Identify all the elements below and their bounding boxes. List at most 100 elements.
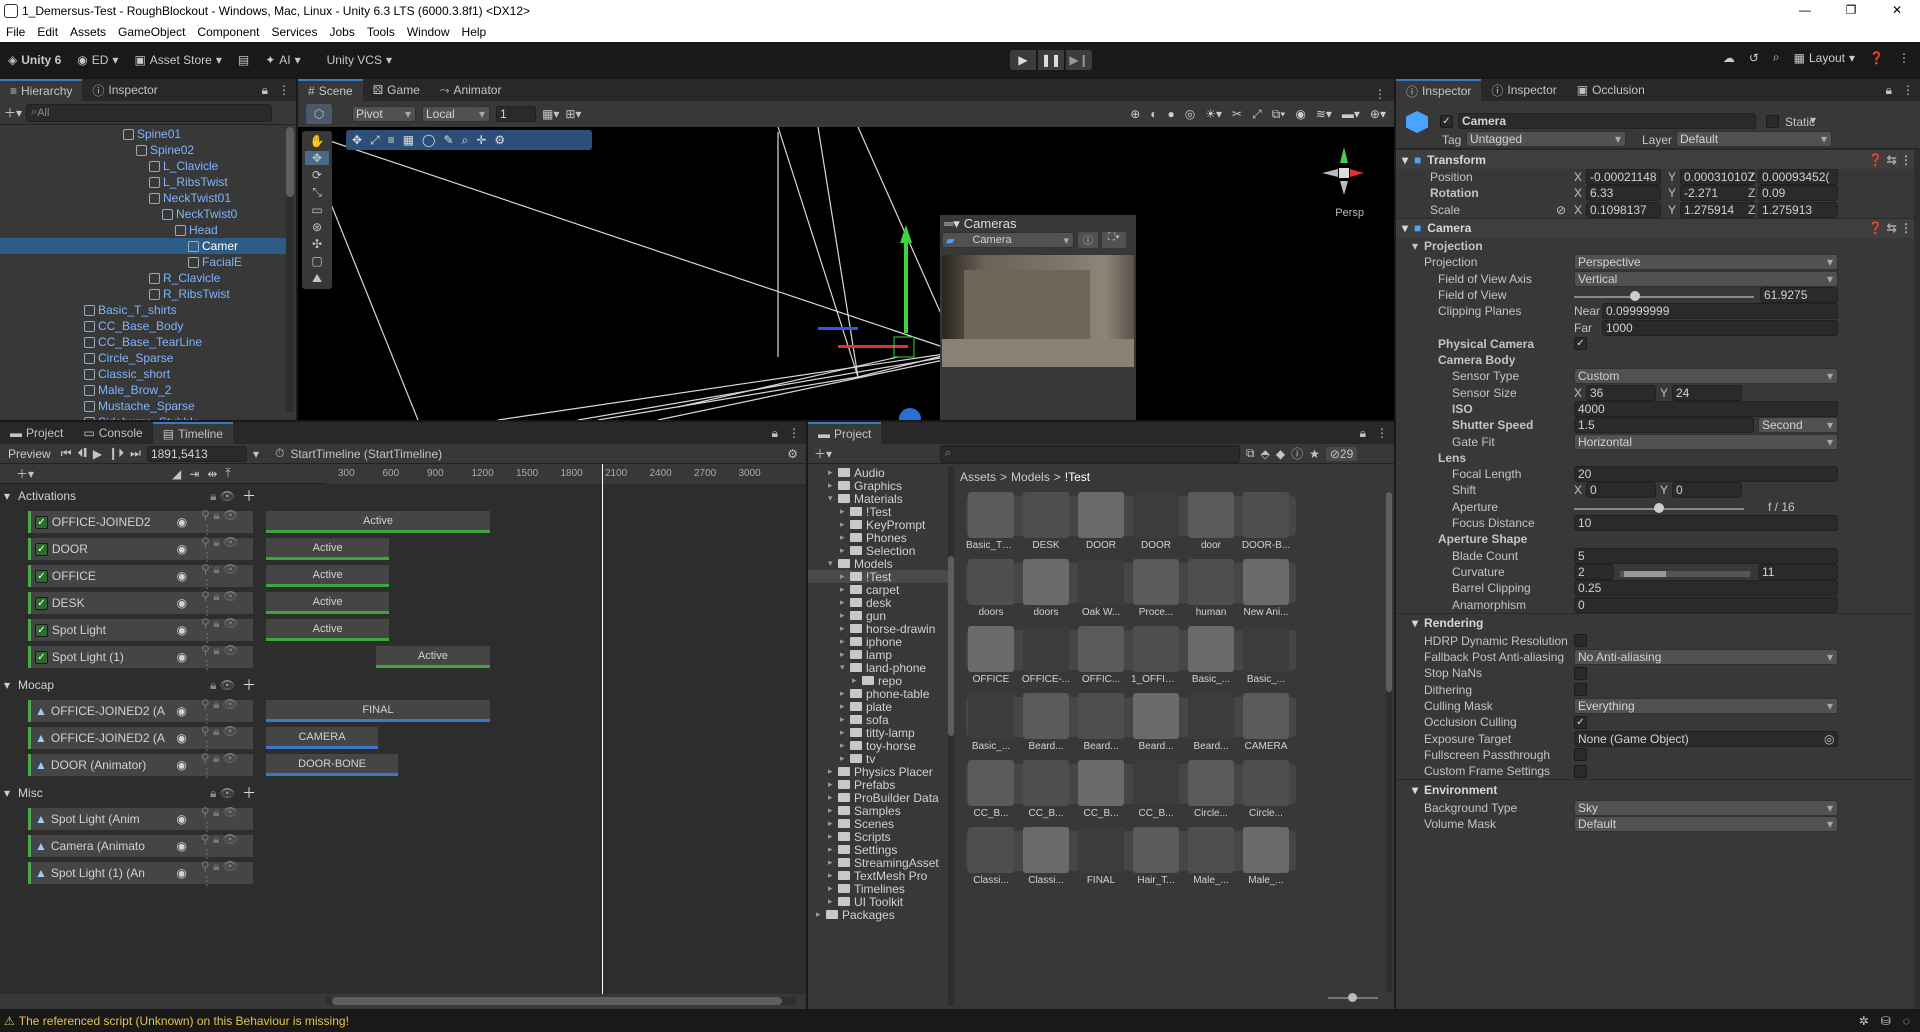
audio-icon[interactable]: ⤢ bbox=[1252, 107, 1262, 122]
project-add-button[interactable]: ＋▾ bbox=[814, 445, 832, 462]
track-binding-icon[interactable]: ◉ bbox=[176, 866, 186, 880]
expand-icon[interactable]: ▸ bbox=[828, 792, 838, 803]
expand-icon[interactable]: ▸ bbox=[840, 636, 850, 647]
timeline-settings-icon[interactable]: ⚙ bbox=[787, 447, 806, 461]
asset-item[interactable]: DOOR-B... bbox=[1241, 492, 1291, 554]
expand-icon[interactable]: ▾ bbox=[828, 493, 838, 504]
asset-item[interactable]: New Ani... bbox=[1241, 559, 1291, 621]
hierarchy-row[interactable]: R_RibsTwist bbox=[0, 286, 286, 302]
expand-icon[interactable]: ▸ bbox=[828, 870, 838, 881]
play-button[interactable]: ▶ bbox=[1010, 50, 1036, 70]
info-button[interactable]: ⓘ bbox=[1078, 232, 1098, 248]
value-field[interactable]: 0.000310107 bbox=[1680, 169, 1755, 186]
value-field[interactable]: 1000 bbox=[1602, 319, 1838, 336]
value-field[interactable]: 0 bbox=[1586, 482, 1656, 499]
asset-item[interactable]: DOOR bbox=[1076, 492, 1126, 554]
asset-item[interactable]: CAMERA bbox=[1241, 693, 1291, 755]
menu-window[interactable]: Window bbox=[401, 25, 456, 39]
track-binding-icon[interactable]: ◉ bbox=[177, 542, 187, 556]
marker-icon[interactable]: ⤒ bbox=[225, 466, 230, 481]
pb-move-icon[interactable]: ✥ bbox=[352, 133, 362, 147]
maximize-button[interactable]: ❐ bbox=[1828, 0, 1874, 22]
project-folder[interactable]: ▸ gun bbox=[808, 609, 948, 623]
edit-mode-icon[interactable]: ◢ bbox=[172, 467, 181, 481]
tag-dropdown[interactable]: Untagged bbox=[1466, 131, 1626, 147]
value-field[interactable]: Second bbox=[1758, 417, 1838, 434]
grid-snap-icon[interactable]: ▦▾ bbox=[542, 107, 559, 121]
value-field[interactable]: Sky bbox=[1574, 799, 1838, 816]
hierarchy-scrollbar[interactable] bbox=[286, 127, 294, 412]
static-checkbox[interactable] bbox=[1766, 115, 1779, 128]
value-field[interactable]: Custom bbox=[1574, 368, 1838, 385]
project-folder[interactable]: ▸ Phones bbox=[808, 531, 948, 545]
menu-assets[interactable]: Assets bbox=[64, 25, 112, 39]
rect-tool-icon[interactable]: ▭ bbox=[311, 203, 322, 217]
cloud-icon[interactable]: ☁ bbox=[1723, 51, 1735, 65]
project-folder[interactable]: ▸ toy-horse bbox=[808, 739, 948, 753]
hierarchy-row[interactable]: Camer bbox=[0, 238, 286, 254]
project-folder[interactable]: ▸ Selection bbox=[808, 544, 948, 558]
pb-settings-icon[interactable]: ⚙ bbox=[494, 133, 505, 147]
expand-icon[interactable]: ▾ bbox=[840, 662, 850, 673]
asset-item[interactable]: CC_B... bbox=[1131, 760, 1181, 822]
value-field[interactable]: None (Game Object) bbox=[1574, 730, 1838, 747]
menu-dots-icon[interactable]: ⋮ bbox=[1374, 87, 1394, 101]
filter-log-icon[interactable]: ⓘ bbox=[1291, 445, 1303, 462]
preview-button[interactable]: Preview bbox=[4, 447, 55, 461]
value-field[interactable]: 0.1098137 bbox=[1586, 201, 1661, 218]
project-folder[interactable]: ▸ iphone bbox=[808, 635, 948, 649]
component-header[interactable]: ▾ ■ Camera ❓ ⇆ ⋮ bbox=[1396, 217, 1920, 238]
curvature-range-slider[interactable] bbox=[1620, 570, 1750, 577]
expand-icon[interactable]: ▸ bbox=[828, 831, 838, 842]
expand-icon[interactable]: ▸ bbox=[840, 584, 850, 595]
setting-checkbox[interactable]: ✓ bbox=[1574, 715, 1587, 729]
asset-item[interactable]: FINAL bbox=[1076, 827, 1126, 889]
collapse-icon[interactable]: ▾ bbox=[4, 489, 10, 503]
timeline-ruler[interactable]: 300 600 900 1200 1500 1800 2100 2400 2700 3000 bbox=[326, 464, 806, 484]
value-field[interactable]: 24 bbox=[1672, 384, 1742, 401]
asset-item[interactable]: Beard... bbox=[1131, 693, 1181, 755]
pb-grid-icon[interactable]: ▦ bbox=[403, 133, 414, 147]
camera-tool-icon[interactable]: ▢ bbox=[311, 254, 322, 268]
project-folder[interactable]: ▸ titty-lamp bbox=[808, 726, 948, 740]
asset-item[interactable]: human bbox=[1186, 559, 1236, 621]
project-folder[interactable]: ▸ phone-table bbox=[808, 687, 948, 701]
timeline-track[interactable]: ▲ OFFICE-JOINED2 (A ◉ ⚲ 🔒︎ 👁 ⋮ bbox=[28, 697, 253, 726]
hand-tool-icon[interactable]: ✋ bbox=[310, 134, 325, 148]
collapse-icon[interactable]: ▾ bbox=[4, 678, 10, 692]
static-dropdown-icon[interactable]: ▾ bbox=[1810, 113, 1816, 127]
asset-item[interactable]: CC_B... bbox=[1021, 760, 1071, 822]
asset-item[interactable]: CC_B... bbox=[966, 760, 1016, 822]
expand-icon[interactable]: ▸ bbox=[840, 753, 850, 764]
expand-icon[interactable]: ▸ bbox=[840, 688, 850, 699]
value-field[interactable]: 20 bbox=[1574, 466, 1838, 483]
hierarchy-row[interactable]: Spine01 bbox=[0, 126, 286, 142]
pb-circle-icon[interactable]: ◯ bbox=[422, 133, 435, 147]
object-picker-icon[interactable]: ◎ bbox=[1824, 732, 1834, 746]
project-folder[interactable]: ▸ Physics Placer bbox=[808, 765, 948, 779]
track-binding-icon[interactable]: ◉ bbox=[177, 569, 187, 583]
value-field[interactable]: No Anti-aliasing bbox=[1574, 649, 1838, 666]
project-folder[interactable]: ▸ UI Toolkit bbox=[808, 895, 948, 909]
value-field[interactable]: Default bbox=[1574, 815, 1838, 832]
overlay-camera-dropdown[interactable]: ▰ Camera bbox=[942, 232, 1074, 248]
asset-item[interactable]: OFFIC... bbox=[1076, 626, 1126, 688]
value-field[interactable]: Horizontal bbox=[1574, 433, 1838, 450]
lock-icon[interactable]: 🔒︎ bbox=[262, 83, 268, 98]
ripple-icon[interactable]: ⇥ bbox=[189, 467, 199, 481]
prev-frame-button[interactable]: ⏴❙ bbox=[78, 446, 87, 461]
value-field[interactable]: 5 bbox=[1574, 547, 1838, 564]
asset-item[interactable]: doors bbox=[1021, 559, 1071, 621]
track-enabled-checkbox[interactable]: ✓ bbox=[35, 569, 48, 583]
project-folder[interactable]: ▸ sofa bbox=[808, 713, 948, 727]
pb-align-icon[interactable]: ≡ bbox=[388, 133, 395, 147]
foldout-icon[interactable]: ▾ bbox=[1402, 153, 1408, 167]
hierarchy-row[interactable]: L_Clavicle bbox=[0, 158, 286, 174]
scene-viewport[interactable]: ✋ ✥ ⟳ ⤡ ▭ ⊛ ✣ ▢ ⛰ ✥ ⤢ ≡ ▦ ◯ ✎ ⌕ ✛ ⚙ Persp ═ bbox=[298, 127, 1394, 420]
gizmos-icon[interactable]: ⊕▾ bbox=[1370, 107, 1386, 122]
object-name-field[interactable]: Camera bbox=[1458, 113, 1756, 129]
hierarchy-row[interactable]: CC_Base_TearLine bbox=[0, 334, 286, 350]
fov-slider-knob[interactable] bbox=[1630, 290, 1640, 301]
debug-icon[interactable]: ✲ bbox=[1859, 1014, 1869, 1028]
track-binding-icon[interactable]: ◉ bbox=[176, 704, 186, 718]
